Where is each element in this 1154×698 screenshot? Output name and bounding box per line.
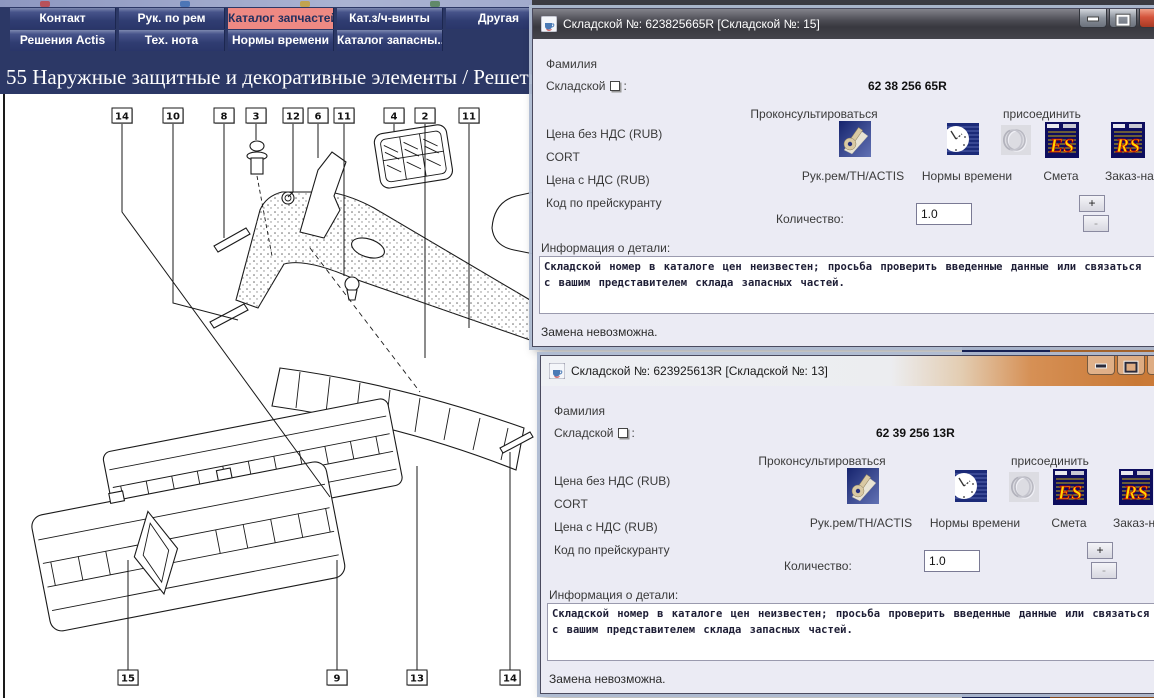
callout-10[interactable]: 10 — [163, 108, 238, 320]
time-norms-clock-icon[interactable] — [955, 470, 987, 502]
svg-text:12: 12 — [286, 112, 300, 123]
consult-group-label: Проконсультироваться — [737, 454, 907, 468]
svg-text:11: 11 — [462, 112, 476, 123]
price-no-vat-label: Цена без НДС (RUB) — [546, 127, 662, 141]
price-code-label: Код по прейскуранту — [554, 543, 670, 557]
callout-3[interactable]: 3 — [246, 108, 267, 140]
part-bolt — [345, 277, 359, 300]
close-icon[interactable] — [1147, 356, 1154, 375]
coins-disabled-icon — [1009, 472, 1039, 502]
close-icon[interactable] — [1139, 9, 1154, 28]
part-cowl-panel — [236, 192, 530, 340]
svg-text:6: 6 — [315, 112, 322, 123]
checkbox-glyph-icon — [610, 81, 620, 91]
quantity-input[interactable] — [916, 203, 972, 225]
minimize-icon[interactable] — [1087, 356, 1115, 375]
svg-text:4: 4 — [391, 112, 398, 123]
attach-group-label: присоединить — [990, 454, 1110, 468]
stock-number-row: Складской : — [554, 426, 635, 440]
maximize-icon[interactable] — [1109, 9, 1137, 28]
surname-label: Фамилия — [546, 57, 597, 71]
manual-icon-label: Рук.рем/TH/ACTIS — [783, 169, 923, 183]
time-norms-clock-icon[interactable] — [947, 123, 979, 155]
svg-text:10: 10 — [166, 112, 180, 123]
svg-text:9: 9 — [334, 674, 341, 685]
time-norms-icon-label: Нормы времени — [905, 169, 1029, 183]
part-dialog-623925613R: Складской №: 623925613R [Складской №: 13… — [540, 355, 1154, 694]
callout-12[interactable]: 12 — [283, 108, 304, 197]
quantity-plus-button[interactable]: + — [1087, 542, 1113, 559]
part-info-label: Информация о детали: — [541, 241, 670, 255]
svg-text:13: 13 — [410, 674, 424, 685]
time-norms-icon-label: Нормы времени — [913, 516, 1037, 530]
work-order-document-icon[interactable] — [1119, 469, 1153, 505]
part-strip-10 — [210, 304, 248, 328]
work-order-document-icon[interactable] — [1111, 122, 1145, 158]
part-info-textbox[interactable]: Складской номер в каталоге цен неизвесте… — [547, 603, 1154, 661]
dialog-title: Складской №: 623825665R [Складской №: 15… — [563, 17, 820, 31]
stock-label: Складской — [554, 426, 614, 440]
consult-group-label: Проконсультироваться — [729, 107, 899, 121]
svg-text:14: 14 — [115, 112, 129, 123]
quantity-plus-button[interactable]: + — [1079, 195, 1105, 212]
callout-6[interactable]: 6 — [308, 108, 329, 158]
surname-label: Фамилия — [554, 404, 605, 418]
estimate-icon-label: Смета — [1031, 169, 1091, 183]
callout-8[interactable]: 8 — [214, 108, 235, 238]
part-clip — [282, 192, 294, 204]
callout-4[interactable]: 4 — [384, 108, 405, 131]
minimize-icon[interactable] — [1079, 9, 1107, 28]
wrench-manual-icon[interactable] — [847, 468, 879, 504]
stock-number-row: Складской : — [546, 79, 627, 93]
quantity-minus-button[interactable]: - — [1083, 215, 1109, 232]
quantity-minus-button[interactable]: - — [1091, 562, 1117, 579]
svg-text:15: 15 — [121, 674, 135, 685]
part-housing — [492, 192, 534, 254]
stock-label: Складской — [546, 79, 606, 93]
cort-label: CORT — [546, 150, 580, 164]
part-strip-8 — [214, 228, 250, 252]
quantity-input[interactable] — [924, 550, 980, 572]
dialog-title: Складской №: 623925613R [Складской №: 13… — [571, 364, 828, 378]
manual-icon-label: Рук.рем/TH/ACTIS — [791, 516, 931, 530]
replacement-status: Замена невозможна. — [541, 325, 658, 339]
svg-text:2: 2 — [422, 112, 429, 123]
attach-group-label: присоединить — [982, 107, 1102, 121]
estimate-document-icon[interactable] — [1045, 122, 1079, 158]
work-order-icon-label: Заказ-наря — [1105, 169, 1154, 183]
java-cup-icon — [549, 363, 565, 379]
part-dialog-623825665R: Складской №: 623825665R [Складской №: 15… — [532, 8, 1154, 347]
price-vat-label: Цена с НДС (RUB) — [546, 173, 650, 187]
quantity-label: Количество: — [784, 559, 852, 573]
wrench-manual-icon[interactable] — [839, 121, 871, 157]
estimate-document-icon[interactable] — [1053, 469, 1087, 505]
stock-number-value: 62 39 256 13R — [876, 426, 955, 440]
checkbox-glyph-icon — [618, 428, 628, 438]
coins-disabled-icon — [1001, 125, 1031, 155]
app-screen: Контакт Рук. по рем Каталог запчастей Ка… — [0, 0, 1154, 698]
svg-text:11: 11 — [337, 112, 351, 123]
quantity-label: Количество: — [776, 212, 844, 226]
dialog-titlebar[interactable]: Складской №: 623925613R [Складской №: 13… — [541, 356, 1154, 386]
replacement-status: Замена невозможна. — [549, 672, 666, 686]
price-code-label: Код по прейскуранту — [546, 196, 662, 210]
part-info-textbox[interactable]: Складской номер в каталоге цен неизвесте… — [539, 256, 1154, 314]
estimate-icon-label: Смета — [1039, 516, 1099, 530]
work-order-icon-label: Заказ-нар — [1113, 516, 1154, 530]
svg-text:3: 3 — [253, 112, 260, 123]
price-no-vat-label: Цена без НДС (RUB) — [554, 474, 670, 488]
dialog-titlebar[interactable]: Складской №: 623825665R [Складской №: 15… — [533, 9, 1154, 39]
svg-text:14: 14 — [503, 674, 517, 685]
part-vent-grille — [373, 124, 454, 190]
callout-13[interactable]: 13 — [407, 466, 428, 686]
svg-text:8: 8 — [221, 112, 228, 123]
price-vat-label: Цена с НДС (RUB) — [554, 520, 658, 534]
maximize-icon[interactable] — [1117, 356, 1145, 375]
callout-14[interactable]: 14 — [500, 452, 521, 686]
java-cup-icon — [541, 16, 557, 32]
stock-number-value: 62 38 256 65R — [868, 79, 947, 93]
cort-label: CORT — [554, 497, 588, 511]
part-info-label: Информация о детали: — [549, 588, 678, 602]
